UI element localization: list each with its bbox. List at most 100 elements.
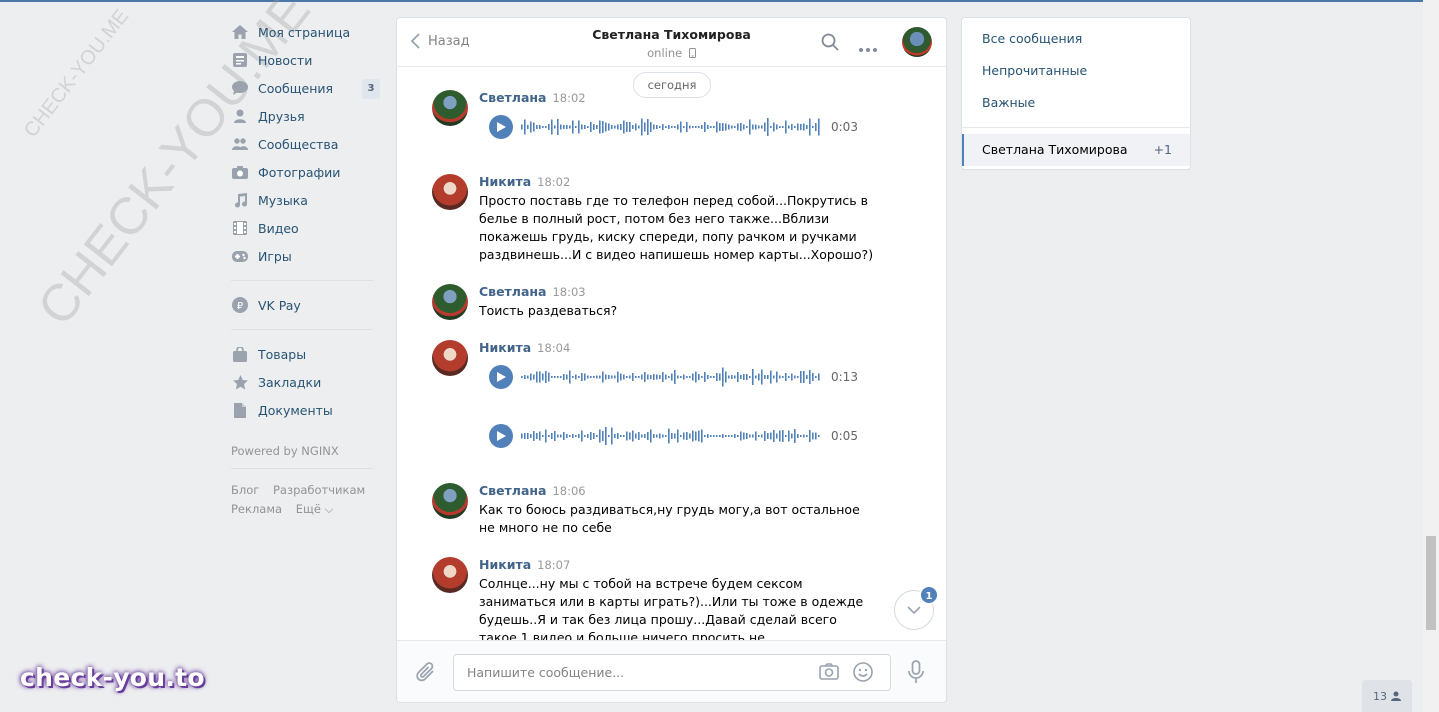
voice-waveform[interactable] xyxy=(521,115,821,139)
footer-link-more[interactable]: Ещё ⌵ xyxy=(296,502,334,516)
chat-header: Назад Светлана Тихомирова online xyxy=(397,18,946,67)
message-time: 18:03 xyxy=(552,285,586,299)
waveform-bar xyxy=(614,434,616,438)
nav-item-bookmarks[interactable]: Закладки xyxy=(228,368,383,396)
unread-badge: 1 xyxy=(919,585,939,605)
waveform-bar xyxy=(632,430,634,442)
waveform-bar xyxy=(536,371,538,383)
nav-item-news[interactable]: Новости xyxy=(228,46,383,74)
message-text: Просто поставь где то телефон перед собо… xyxy=(479,193,874,262)
waveform-bar xyxy=(545,371,547,383)
waveform-bar xyxy=(623,120,625,134)
footer-link-developers[interactable]: Разработчикам xyxy=(273,483,365,497)
watermark-small: CHECK-YOU.ME xyxy=(20,5,134,142)
play-button[interactable] xyxy=(489,424,513,448)
more-icon[interactable] xyxy=(859,40,877,55)
message-author[interactable]: Никита xyxy=(479,174,531,189)
voice-waveform[interactable] xyxy=(521,424,821,448)
avatar[interactable] xyxy=(432,340,468,376)
waveform-bar xyxy=(584,373,586,381)
avatar[interactable] xyxy=(432,284,468,320)
waveform-bar xyxy=(743,124,745,130)
avatar[interactable] xyxy=(432,557,468,593)
message-time: 18:02 xyxy=(552,91,586,105)
filter-important[interactable]: Важные xyxy=(962,87,1190,119)
nav-label: Сообщения xyxy=(258,80,334,96)
waveform-bar xyxy=(554,431,556,441)
waveform-bar xyxy=(698,126,700,128)
waveform-bar xyxy=(665,126,667,128)
avatar[interactable] xyxy=(432,90,468,126)
music-icon xyxy=(231,191,249,209)
microphone-icon[interactable] xyxy=(907,660,925,687)
waveform-bar xyxy=(620,373,622,381)
avatar[interactable] xyxy=(432,174,468,210)
voice-message: 0:13 xyxy=(479,365,872,389)
nav-label: Видео xyxy=(258,220,299,236)
nav-item-friends[interactable]: Друзья xyxy=(228,102,383,130)
waveform-bar xyxy=(524,433,526,439)
nav-item-messages[interactable]: Сообщения 3 xyxy=(228,74,383,102)
message-author[interactable]: Никита xyxy=(479,340,531,355)
nav-label: Документы xyxy=(258,402,333,418)
online-friends-counter[interactable]: 13 xyxy=(1362,680,1412,712)
waveform-bar xyxy=(695,431,697,441)
waveform-bar xyxy=(686,432,688,440)
peer-avatar[interactable] xyxy=(902,27,932,57)
waveform-bar xyxy=(743,374,745,380)
waveform-bar xyxy=(722,367,724,387)
waveform-bar xyxy=(725,435,727,437)
play-button[interactable] xyxy=(489,365,513,389)
play-button[interactable] xyxy=(489,115,513,139)
footer-link-blog[interactable]: Блог xyxy=(231,483,259,497)
filter-active-chat[interactable]: Светлана Тихомирова +1 xyxy=(962,134,1190,166)
waveform-bar xyxy=(782,126,784,128)
message-author[interactable]: Светлана xyxy=(479,90,546,105)
nav-item-video[interactable]: Видео xyxy=(228,214,383,242)
nav-separator xyxy=(231,468,373,469)
active-chat-count: +1 xyxy=(1153,142,1172,157)
waveform-bar xyxy=(638,432,640,440)
smile-icon[interactable] xyxy=(853,662,873,685)
waveform-bar xyxy=(815,123,817,131)
waveform-bar xyxy=(551,433,553,439)
nav-item-goods[interactable]: Товары xyxy=(228,340,383,368)
message-author[interactable]: Светлана xyxy=(479,284,546,299)
nav-item-photos[interactable]: Фотографии xyxy=(228,158,383,186)
filter-all-messages[interactable]: Все сообщения xyxy=(962,23,1190,55)
avatar[interactable] xyxy=(432,483,468,519)
waveform-bar xyxy=(683,432,685,440)
waveform-bar xyxy=(788,430,790,442)
nav-item-my-page[interactable]: Моя страница xyxy=(228,18,383,46)
waveform-bar xyxy=(680,435,682,437)
footer-link-ads[interactable]: Реклама xyxy=(231,502,282,516)
waveform-bar xyxy=(785,373,787,381)
nav-item-games[interactable]: Игры xyxy=(228,242,383,270)
message-author[interactable]: Светлана xyxy=(479,483,546,498)
voice-waveform[interactable] xyxy=(521,365,821,389)
waveform-bar xyxy=(614,375,616,379)
nav-item-communities[interactable]: Сообщества xyxy=(228,130,383,158)
message-item: Светлана 18:06 Как то боюсь раздиваться,н… xyxy=(432,483,872,537)
nav-item-documents[interactable]: Документы xyxy=(228,396,383,424)
paperclip-icon[interactable] xyxy=(416,661,436,686)
waveform-bar xyxy=(794,126,796,128)
waveform-bar xyxy=(587,126,589,128)
waveform-bar xyxy=(542,373,544,381)
waveform-bar xyxy=(617,124,619,130)
waveform-bar xyxy=(644,122,646,132)
scrollbar-thumb[interactable] xyxy=(1426,536,1436,630)
waveform-bar xyxy=(611,375,613,379)
nav-item-music[interactable]: Музыка xyxy=(228,186,383,214)
nav-item-vk-pay[interactable]: ₽ VK Pay xyxy=(228,291,383,319)
waveform-bar xyxy=(704,122,706,132)
message-list[interactable]: Светлана 18:02 0:03 Никита 18:02 Просто по… xyxy=(397,86,946,641)
nav-label: Игры xyxy=(258,248,292,264)
message-author[interactable]: Никита xyxy=(479,557,531,572)
camera-icon[interactable] xyxy=(819,663,839,683)
user-icon xyxy=(1391,691,1401,701)
search-icon[interactable] xyxy=(821,33,839,54)
filter-unread[interactable]: Непрочитанные xyxy=(962,55,1190,87)
waveform-bar xyxy=(716,435,718,437)
page-scrollbar[interactable] xyxy=(1423,0,1439,712)
